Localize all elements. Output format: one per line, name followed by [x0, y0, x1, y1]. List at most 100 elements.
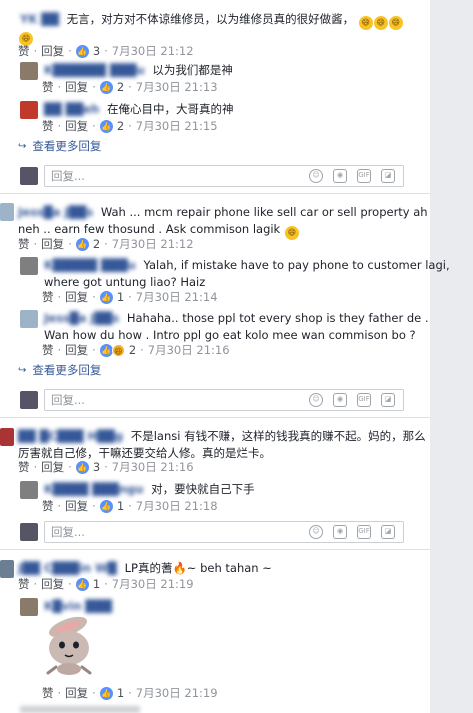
reply-author[interactable]: Jess█a J██s — [44, 311, 119, 325]
avatar[interactable] — [20, 598, 38, 616]
laughing-emoji-icon: 😄 — [358, 16, 373, 30]
like-button[interactable]: 赞 — [42, 119, 54, 134]
reply-button[interactable]: 回复 — [65, 499, 88, 514]
avatar[interactable] — [20, 310, 38, 328]
comment-text: neh .. earn few thosund . Ask commison l… — [18, 222, 281, 236]
reply-author[interactable]: ██ ██eh — [44, 102, 99, 116]
rabbit-sticker[interactable] — [38, 615, 100, 677]
reply-input[interactable]: 回复... ☺ ◉ GIF ◪ — [44, 521, 404, 543]
avatar[interactable] — [0, 560, 14, 578]
avatar[interactable] — [0, 203, 14, 221]
camera-icon[interactable]: ◉ — [333, 525, 347, 539]
reply-author[interactable]: K█████ ███u — [44, 258, 136, 272]
timestamp[interactable]: 7月30日 21:18 — [136, 499, 218, 514]
like-button[interactable]: 赞 — [42, 343, 54, 358]
emoji-icon[interactable]: ☺ — [309, 525, 323, 539]
like-count[interactable]: 1 — [117, 686, 124, 701]
sticker-icon[interactable]: ◪ — [381, 169, 395, 183]
camera-icon[interactable]: ◉ — [333, 169, 347, 183]
current-user-avatar — [20, 167, 38, 185]
comments-panel: YK ██ 无言，对方对不体谅维修员，以为维修员真的很好做酱， 😄 😄 😄 😄 赞 … — [0, 0, 473, 713]
like-button[interactable]: 赞 — [18, 44, 30, 59]
reply-author[interactable]: K████ ███ngu — [44, 482, 143, 496]
comment-author[interactable]: YK ██ — [20, 12, 59, 26]
divider — [0, 549, 430, 550]
like-count[interactable]: 2 — [117, 119, 124, 134]
emoji-icon[interactable]: ☺ — [309, 393, 323, 407]
avatar[interactable] — [20, 62, 38, 80]
like-button[interactable]: 赞 — [42, 499, 54, 514]
reply-text: 以为我们都是神 — [152, 63, 233, 77]
reply-text: Hahaha.. those ppl tot every shop is the… — [126, 311, 429, 325]
see-more-replies-link[interactable]: ↪ 查看更多回复 — [18, 138, 101, 154]
like-icon: 👍 — [75, 578, 89, 591]
timestamp[interactable]: 7月30日 21:19 — [136, 686, 218, 701]
like-button[interactable]: 赞 — [42, 80, 54, 95]
gif-icon[interactable]: GIF — [357, 393, 371, 407]
like-count[interactable]: 3 — [93, 460, 100, 475]
like-icon: 👍 — [99, 344, 113, 357]
like-count[interactable]: 2 — [129, 343, 136, 358]
sticker-icon[interactable]: ◪ — [381, 525, 395, 539]
reply-button[interactable]: 回复 — [65, 290, 88, 305]
reply-author[interactable]: K██████ ███u — [44, 63, 145, 77]
reply-button[interactable]: 回复 — [41, 577, 64, 592]
timestamp[interactable]: 7月30日 21:12 — [112, 44, 194, 59]
like-count[interactable]: 3 — [93, 44, 100, 59]
reply-button[interactable]: 回复 — [41, 460, 64, 475]
reply-button[interactable]: 回复 — [65, 119, 88, 134]
sticker-icon[interactable]: ◪ — [381, 393, 395, 407]
timestamp[interactable]: 7月30日 21:16 — [148, 343, 230, 358]
reply-text: 对，要快就自己下手 — [151, 482, 255, 496]
laughing-emoji-icon: 😄 — [388, 16, 403, 30]
current-user-avatar — [20, 523, 38, 541]
comment-text: Wah ... mcm repair phone like sell car o… — [100, 205, 428, 219]
timestamp[interactable]: 7月30日 21:13 — [136, 80, 218, 95]
avatar[interactable] — [0, 428, 14, 446]
emoji-icon[interactable]: ☺ — [309, 169, 323, 183]
see-more-replies-link[interactable]: ↪ 查看更多回复 — [18, 362, 101, 378]
reply-meta: 赞 · 回复 · 👍 1 · 7月30日 21:18 — [42, 499, 218, 514]
reply-author[interactable]: K█vin ███ — [44, 599, 112, 613]
like-count[interactable]: 2 — [93, 237, 100, 252]
like-count[interactable]: 1 — [117, 499, 124, 514]
reply-input[interactable]: 回复... ☺ ◉ GIF ◪ — [44, 389, 404, 411]
like-count[interactable]: 2 — [117, 80, 124, 95]
reply-button[interactable]: 回复 — [41, 44, 64, 59]
reply-text: Wan how du how . Intro ppl go eat kolo m… — [44, 328, 416, 342]
gif-icon[interactable]: GIF — [357, 169, 371, 183]
like-button[interactable]: 赞 — [18, 237, 30, 252]
reply-text: 在俺心目中，大哥真的神 — [107, 102, 234, 116]
like-count[interactable]: 1 — [93, 577, 100, 592]
timestamp[interactable]: 7月30日 21:12 — [112, 237, 194, 252]
laughing-emoji-icon: 😄 — [373, 16, 388, 30]
like-button[interactable]: 赞 — [42, 686, 54, 701]
like-count[interactable]: 1 — [117, 290, 124, 305]
timestamp[interactable]: 7月30日 21:16 — [112, 460, 194, 475]
reply-button[interactable]: 回复 — [65, 686, 88, 701]
like-button[interactable]: 赞 — [42, 290, 54, 305]
reply-input[interactable]: 回复... ☺ ◉ GIF ◪ — [44, 165, 404, 187]
timestamp[interactable]: 7月30日 21:14 — [136, 290, 218, 305]
comment-author[interactable]: ██ █C███ H██g — [18, 429, 123, 443]
timestamp[interactable]: 7月30日 21:19 — [112, 577, 194, 592]
reply-button[interactable]: 回复 — [41, 237, 64, 252]
gif-icon[interactable]: GIF — [357, 525, 371, 539]
avatar[interactable] — [20, 101, 38, 119]
like-icon: 👍 — [75, 461, 89, 474]
comment-author[interactable]: Jess█a J██s — [18, 205, 93, 219]
reply: K█vin ███ — [20, 598, 116, 616]
camera-icon[interactable]: ◉ — [333, 393, 347, 407]
timestamp[interactable]: 7月30日 21:15 — [136, 119, 218, 134]
avatar[interactable] — [20, 481, 38, 499]
like-button[interactable]: 赞 — [18, 577, 30, 592]
like-icon: 👍 — [99, 120, 113, 133]
reply-button[interactable]: 回复 — [65, 343, 88, 358]
comment-author[interactable]: J██ C███in W█ — [18, 561, 121, 575]
avatar[interactable] — [20, 257, 38, 275]
reply: K████ ███ngu 对，要快就自己下手 — [20, 481, 255, 499]
comment-meta: 赞 · 回复 · 👍 1 · 7月30日 21:19 — [18, 577, 194, 592]
reply-button[interactable]: 回复 — [65, 80, 88, 95]
like-icon: 👍 — [99, 291, 113, 304]
like-button[interactable]: 赞 — [18, 460, 30, 475]
